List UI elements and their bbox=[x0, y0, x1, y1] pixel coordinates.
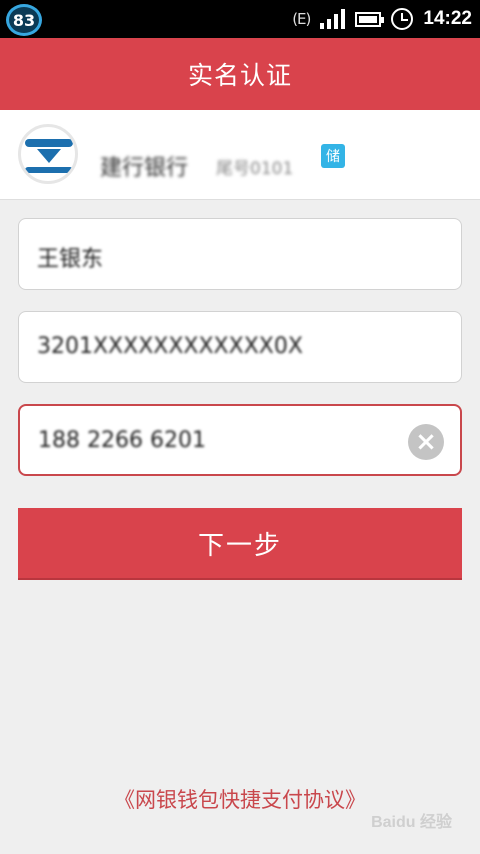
watermark: Baidu 经验 bbox=[371, 814, 452, 831]
id-number-field[interactable]: 3201XXXXXXXXXXXX0X bbox=[18, 311, 462, 383]
status-icons: (E) 14:22 bbox=[292, 0, 472, 38]
page-title: 实名认证 bbox=[187, 61, 292, 90]
clock: 14:22 bbox=[423, 8, 472, 29]
notification-badge: 83 bbox=[6, 4, 42, 36]
app-header: 实名认证 bbox=[0, 38, 480, 110]
bank-name: 建行银行 bbox=[100, 156, 189, 181]
card-type-badge: 储 bbox=[321, 144, 345, 168]
alarm-icon bbox=[391, 8, 414, 30]
status-bar: 83 (E) 14:22 bbox=[0, 0, 480, 38]
card-tail-number: 尾号0101 bbox=[216, 159, 294, 179]
network-type-icon: (E) bbox=[292, 10, 311, 28]
name-field[interactable]: 王银东 bbox=[18, 218, 462, 290]
id-number-value: 3201XXXXXXXXXXXX0X bbox=[37, 334, 303, 359]
bank-card-row[interactable]: 建行银行 尾号0101 储 bbox=[0, 110, 480, 200]
phone-field[interactable]: 188 2266 6201 × bbox=[18, 404, 462, 476]
battery-icon bbox=[355, 11, 385, 27]
name-value: 王银东 bbox=[37, 247, 104, 272]
next-button[interactable]: 下一步 bbox=[18, 508, 462, 580]
signal-icon bbox=[320, 9, 346, 29]
phone-value: 188 2266 6201 bbox=[38, 428, 206, 453]
clear-icon[interactable]: × bbox=[408, 424, 444, 460]
bank-logo-icon bbox=[18, 124, 78, 184]
